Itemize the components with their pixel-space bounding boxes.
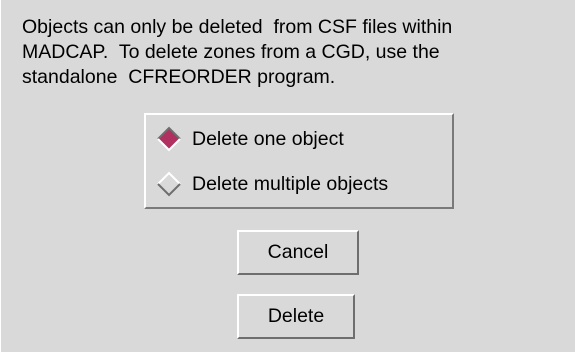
radio-selected-icon[interactable]	[156, 126, 182, 152]
delete-button[interactable]: Delete	[237, 294, 355, 339]
radio-label-delete-one: Delete one object	[192, 127, 344, 150]
message-line-2: MADCAP. To delete zones from a CGD, use …	[22, 41, 440, 63]
info-message: Objects can only be deleted from CSF fil…	[22, 15, 570, 90]
radio-unselected-icon[interactable]	[156, 171, 182, 197]
cancel-button[interactable]: Cancel	[237, 230, 359, 275]
radio-delete-one-object[interactable]: Delete one object	[156, 125, 344, 153]
delete-mode-radio-group: Delete one object Delete multiple object…	[144, 113, 454, 209]
message-line-1: Objects can only be deleted from CSF fil…	[22, 16, 453, 38]
message-line-3: standalone CFREORDER program.	[22, 66, 336, 88]
delete-objects-dialog: Objects can only be deleted from CSF fil…	[0, 0, 575, 352]
radio-delete-multiple-objects[interactable]: Delete multiple objects	[156, 170, 388, 198]
radio-label-delete-multiple: Delete multiple objects	[192, 172, 389, 195]
